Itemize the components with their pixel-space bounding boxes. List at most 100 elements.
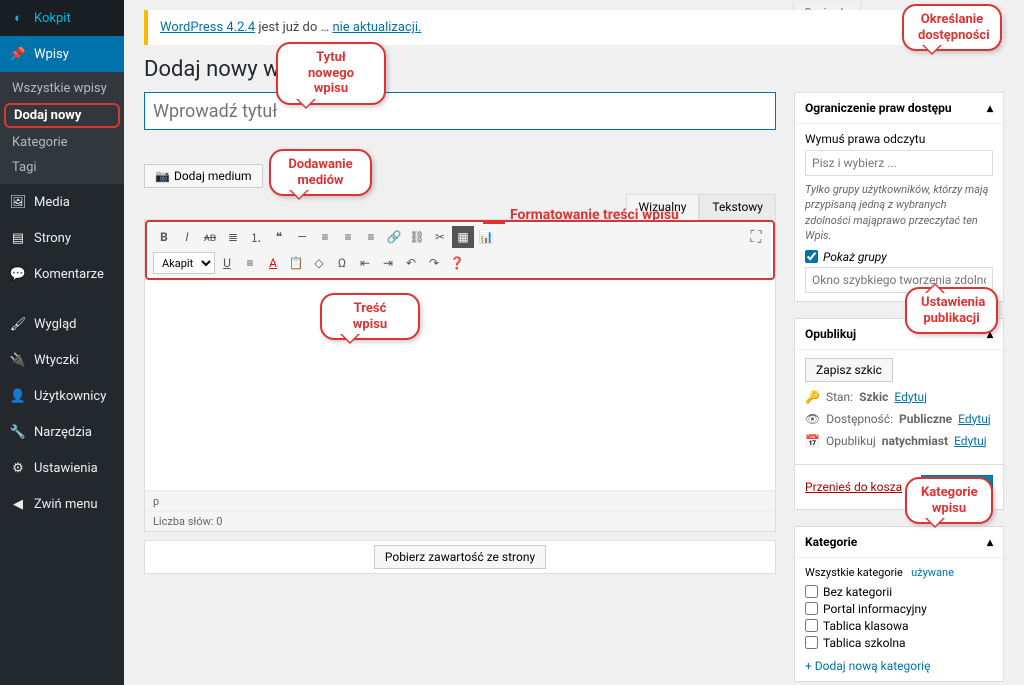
- special-char-button[interactable]: Ω: [331, 252, 353, 274]
- media-icon: 🖼: [8, 192, 28, 212]
- outdent-button[interactable]: ⇤: [354, 252, 376, 274]
- show-groups-box[interactable]: [805, 250, 818, 263]
- italic-button[interactable]: I: [176, 226, 198, 248]
- fetch-content-bar: Pobierz zawartość ze strony: [144, 540, 776, 574]
- wordpress-version-link[interactable]: WordPress 4.2.4: [160, 20, 255, 35]
- cat-tab-used[interactable]: używane: [911, 566, 954, 579]
- strike-button[interactable]: ᴀʙ: [199, 226, 221, 248]
- move-to-trash-link[interactable]: Przenieś do kosza: [805, 480, 902, 494]
- link-button[interactable]: 🔗: [383, 226, 405, 248]
- page-title: Dodaj nowy wpis: [144, 57, 1004, 82]
- category-item[interactable]: Portal informacyjny: [805, 602, 993, 616]
- camera-icon: 📷: [155, 169, 170, 183]
- annotation-line: [483, 222, 505, 224]
- editor-body[interactable]: [145, 280, 775, 490]
- brush-icon: 🖌: [8, 314, 28, 334]
- sidebar-item-collapse[interactable]: ◀ Zwiń menu: [0, 486, 124, 522]
- align-left-button[interactable]: ≡: [314, 226, 336, 248]
- add-media-button[interactable]: 📷 Dodaj medium: [144, 164, 263, 188]
- underline-button[interactable]: U: [216, 252, 238, 274]
- category-item[interactable]: Bez kategorii: [805, 585, 993, 599]
- access-description: Tylko grupy użytkowników, którzy mają pr…: [805, 182, 993, 244]
- toolbar-highlight-box: B I ᴀʙ ≣ ⒈ ❝ — ≡ ≡ ≡ 🔗 ⛓ ✂ ▦ 📊: [145, 220, 775, 280]
- clear-format-button[interactable]: ◇: [308, 252, 330, 274]
- sidebar-item-dashboard[interactable]: ◐ Kokpit: [0, 0, 124, 36]
- undo-button[interactable]: ↶: [400, 252, 422, 274]
- sidebar-item-tools[interactable]: 🔧 Narzędzia: [0, 414, 124, 450]
- format-select[interactable]: Akapit: [153, 252, 215, 274]
- sidebar-item-appearance[interactable]: 🖌 Wygląd: [0, 306, 124, 342]
- sidebar-item-media[interactable]: 🖼 Media: [0, 184, 124, 220]
- sidebar-item-plugins[interactable]: 🔌 Wtyczki: [0, 342, 124, 378]
- sidebar-item-comments[interactable]: 💬 Komentarze: [0, 256, 124, 292]
- save-draft-button[interactable]: Zapisz szkic: [805, 358, 893, 382]
- hr-button[interactable]: —: [291, 226, 313, 248]
- schedule-row: 📅 Opublikuj natychmiast Edytuj: [805, 434, 993, 448]
- help-button[interactable]: ❓: [446, 252, 468, 274]
- submenu-all-posts[interactable]: Wszystkie wpisy: [0, 76, 124, 101]
- callout-body: Treść wpisu: [320, 293, 420, 340]
- status-row: 🔑 Stan: Szkic Edytuj: [805, 390, 993, 404]
- toolbar-toggle-button[interactable]: ▦: [452, 226, 474, 248]
- sidebar-label: Narzędzia: [34, 425, 92, 440]
- page-icon: ▤: [8, 228, 28, 248]
- pin-icon: 📌: [8, 44, 28, 64]
- sidebar-item-posts[interactable]: 📌 Wpisy: [0, 36, 124, 72]
- align-right-button[interactable]: ≡: [360, 226, 382, 248]
- sidebar-label: Media: [34, 195, 70, 210]
- access-group-input[interactable]: [805, 150, 993, 176]
- edit-visibility-link[interactable]: Edytuj: [958, 412, 991, 426]
- gear-icon: ⚙: [8, 458, 28, 478]
- word-count: Liczba słów: 0: [145, 511, 775, 531]
- sidebar-item-settings[interactable]: ⚙ Ustawienia: [0, 450, 124, 486]
- callout-publish: Ustawienia publikacji: [905, 287, 998, 334]
- plugin-icon: 🔌: [8, 350, 28, 370]
- submenu-tags[interactable]: Tagi: [0, 155, 124, 180]
- edit-status-link[interactable]: Edytuj: [894, 390, 927, 404]
- quote-button[interactable]: ❝: [268, 226, 290, 248]
- update-link[interactable]: nie aktualizacji.: [332, 20, 421, 35]
- ol-button[interactable]: ⒈: [245, 226, 267, 248]
- edit-schedule-link[interactable]: Edytuj: [954, 434, 987, 448]
- category-item[interactable]: Tablica szkolna: [805, 636, 993, 650]
- categories-metabox-title[interactable]: Kategorie ▴: [795, 527, 1003, 558]
- post-title-input[interactable]: [144, 92, 776, 130]
- visibility-row: 👁 Dostępność: Publiczne Edytuj: [805, 412, 993, 426]
- update-notice: WordPress 4.2.4 jest już do … nie aktual…: [144, 10, 1004, 45]
- more-button[interactable]: ✂: [429, 226, 451, 248]
- fetch-content-button[interactable]: Pobierz zawartość ze strony: [374, 545, 546, 569]
- editor-statusbar: p Liczba słów: 0: [145, 490, 775, 531]
- force-read-label: Wymuś prawa odczytu: [805, 132, 993, 146]
- access-metabox-title[interactable]: Ograniczenie praw dostępu ▴: [795, 93, 1003, 124]
- sidebar-item-users[interactable]: 👤 Użytkownicy: [0, 378, 124, 414]
- callout-categories: Kategorie wpisu: [905, 477, 993, 524]
- bold-button[interactable]: B: [153, 226, 175, 248]
- category-item[interactable]: Tablica klasowa: [805, 619, 993, 633]
- redo-button[interactable]: ↷: [423, 252, 445, 274]
- ul-button[interactable]: ≣: [222, 226, 244, 248]
- tab-text[interactable]: Tekstowy: [699, 194, 776, 220]
- align-center-button[interactable]: ≡: [337, 226, 359, 248]
- admin-sidebar: ◐ Kokpit 📌 Wpisy Wszystkie wpisy Dodaj n…: [0, 0, 124, 685]
- sidebar-item-pages[interactable]: ▤ Strony: [0, 220, 124, 256]
- access-metabox: Ograniczenie praw dostępu ▴ Wymuś prawa …: [794, 92, 1004, 302]
- submenu-add-new[interactable]: Dodaj nowy: [4, 103, 120, 128]
- textcolor-button[interactable]: A: [262, 252, 284, 274]
- sidebar-label: Użytkownicy: [34, 389, 106, 404]
- fullscreen-button[interactable]: ⛶: [745, 226, 767, 248]
- unlink-button[interactable]: ⛓: [406, 226, 428, 248]
- side-column: Ograniczenie praw dostępu ▴ Wymuś prawa …: [794, 92, 1004, 685]
- chart-button[interactable]: 📊: [475, 226, 497, 248]
- editor-container: B I ᴀʙ ≣ ⒈ ❝ — ≡ ≡ ≡ 🔗 ⛓ ✂ ▦ 📊: [144, 219, 776, 532]
- editor-mode-tabs: Wizualny Tekstowy: [144, 194, 776, 220]
- cat-tab-all[interactable]: Wszystkie kategorie: [805, 566, 903, 579]
- categories-metabox: Kategorie ▴ Wszystkie kategorie używane …: [794, 526, 1004, 682]
- show-groups-checkbox[interactable]: Pokaż grupy: [805, 250, 993, 264]
- sidebar-label: Strony: [34, 231, 71, 246]
- add-category-link[interactable]: + Dodaj nową kategorię: [805, 659, 930, 673]
- key-icon: 🔑: [805, 390, 820, 404]
- paste-text-button[interactable]: 📋: [285, 252, 307, 274]
- indent-button[interactable]: ⇥: [377, 252, 399, 274]
- submenu-categories[interactable]: Kategorie: [0, 130, 124, 155]
- justify-button[interactable]: ≡: [239, 252, 261, 274]
